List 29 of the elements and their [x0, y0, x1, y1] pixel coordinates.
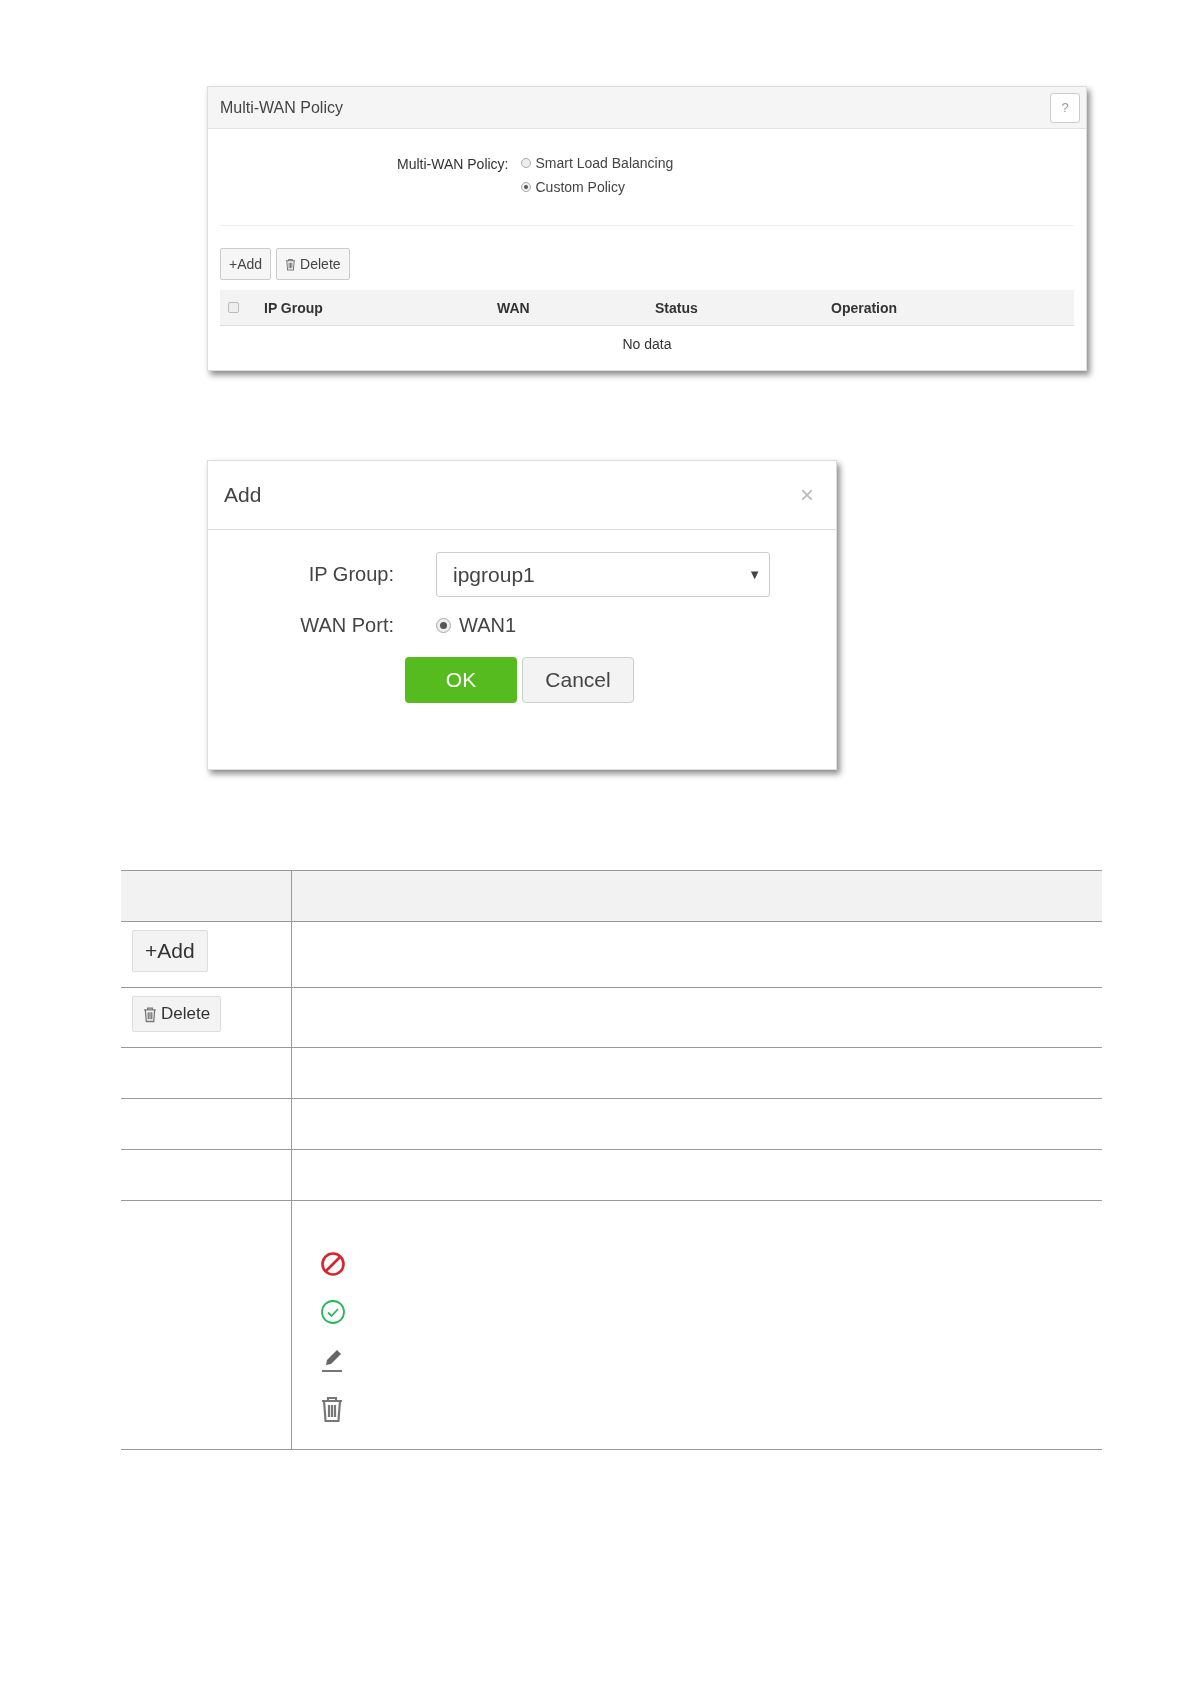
trash-icon — [320, 1395, 344, 1423]
delete-button[interactable]: Delete — [132, 996, 222, 1032]
select-all-checkbox[interactable] — [228, 302, 239, 313]
edit-icon — [320, 1347, 344, 1373]
panel-title: Multi-WAN Policy — [220, 98, 343, 117]
column-header: IP Group — [264, 299, 324, 316]
trash-icon — [285, 257, 297, 271]
ip-group-label: IP Group: — [307, 563, 394, 586]
disable-icon — [320, 1251, 346, 1277]
add-button[interactable]: +Add — [220, 248, 272, 280]
cancel-button[interactable]: Cancel — [522, 657, 634, 703]
policy-label: Multi-WAN Policy: — [397, 155, 509, 174]
trash-icon — [143, 1005, 157, 1023]
delete-button[interactable]: Delete — [276, 248, 350, 280]
add-button[interactable]: +Add — [132, 930, 208, 972]
ip-group-dropdown[interactable]: ipgroup1 ▼ — [436, 552, 770, 597]
empty-message: No data — [622, 336, 672, 352]
wan-port-label: WAN Port: — [299, 614, 394, 637]
radio-icon[interactable] — [520, 182, 531, 192]
column-header: Operation — [831, 299, 898, 316]
enable-icon — [320, 1299, 346, 1325]
radio-option[interactable]: WAN1 — [436, 614, 517, 637]
radio-option[interactable]: Smart Load Balancing — [520, 155, 674, 171]
dialog-title: Add — [224, 483, 262, 507]
radio-icon[interactable] — [520, 158, 531, 168]
column-header: Status — [655, 299, 699, 316]
column-header: WAN — [497, 299, 531, 316]
radio-option[interactable]: Custom Policy — [520, 179, 674, 195]
radio-icon[interactable] — [436, 618, 451, 633]
